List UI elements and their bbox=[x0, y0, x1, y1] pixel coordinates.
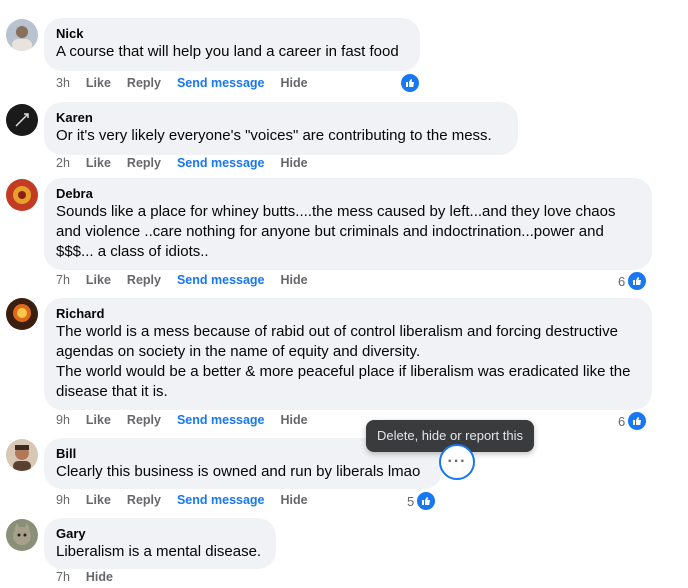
like-reaction-icon bbox=[627, 411, 648, 431]
comment-actions: 3h Like Reply Send message Hide bbox=[56, 76, 308, 90]
send-message-button[interactable]: Send message bbox=[177, 76, 265, 90]
comment-time[interactable]: 9h bbox=[56, 493, 70, 507]
avatar[interactable] bbox=[6, 519, 38, 551]
avatar[interactable] bbox=[6, 104, 38, 136]
reply-button[interactable]: Reply bbox=[127, 413, 161, 427]
comment-author[interactable]: Karen bbox=[56, 109, 506, 126]
comment-time[interactable]: 7h bbox=[56, 273, 70, 287]
comment-text: Liberalism is a mental disease. bbox=[56, 543, 262, 560]
hide-button[interactable]: Hide bbox=[281, 273, 308, 287]
like-button[interactable]: Like bbox=[86, 273, 111, 287]
comment-bubble: Debra Sounds like a place for whiney but… bbox=[44, 178, 652, 270]
send-message-button[interactable]: Send message bbox=[177, 493, 265, 507]
like-reaction-icon bbox=[416, 491, 437, 511]
reply-button[interactable]: Reply bbox=[127, 156, 161, 170]
avatar[interactable] bbox=[6, 439, 38, 471]
comment-bubble: Karen Or it's very likely everyone's "vo… bbox=[44, 102, 518, 155]
comment-text: The world is a mess because of rabid out… bbox=[56, 323, 631, 400]
reaction-summary[interactable]: 5 bbox=[407, 491, 437, 511]
reply-button[interactable]: Reply bbox=[127, 76, 161, 90]
comment-bubble: Nick A course that will help you land a … bbox=[44, 18, 420, 71]
like-button[interactable]: Like bbox=[86, 413, 111, 427]
like-reaction-icon bbox=[400, 73, 420, 93]
comment-author[interactable]: Nick bbox=[56, 25, 408, 42]
comment-time[interactable]: 2h bbox=[56, 156, 70, 170]
avatar-icon bbox=[13, 523, 31, 545]
avatar-icon bbox=[13, 304, 31, 322]
comment-text: A course that will help you land a caree… bbox=[56, 43, 399, 60]
avatar-icon bbox=[13, 445, 31, 471]
hide-button[interactable]: Hide bbox=[281, 413, 308, 427]
comment-bubble: Richard The world is a mess because of r… bbox=[44, 298, 652, 410]
send-message-button[interactable]: Send message bbox=[177, 273, 265, 287]
comment-author[interactable]: Richard bbox=[56, 305, 640, 322]
avatar-icon bbox=[15, 113, 29, 127]
comment-text: Or it's very likely everyone's "voices" … bbox=[56, 127, 492, 144]
send-message-button[interactable]: Send message bbox=[177, 156, 265, 170]
reaction-count: 6 bbox=[618, 273, 626, 289]
like-button[interactable]: Like bbox=[86, 493, 111, 507]
reaction-summary[interactable]: 6 bbox=[618, 271, 648, 291]
comment-bubble: Gary Liberalism is a mental disease. bbox=[44, 518, 276, 569]
like-reaction-icon bbox=[627, 271, 648, 291]
reaction-count: 5 bbox=[407, 493, 415, 509]
avatar[interactable] bbox=[6, 179, 38, 211]
comment-actions: 9h Like Reply Send message Hide bbox=[56, 493, 308, 507]
send-message-button[interactable]: Send message bbox=[177, 413, 265, 427]
avatar[interactable] bbox=[6, 298, 38, 330]
comment-time[interactable]: 9h bbox=[56, 413, 70, 427]
comment-author[interactable]: Debra bbox=[56, 185, 640, 202]
comment-text: Sounds like a place for whiney butts....… bbox=[56, 203, 620, 260]
reply-button[interactable]: Reply bbox=[127, 273, 161, 287]
reaction-summary[interactable]: 6 bbox=[618, 411, 648, 431]
comment-time[interactable]: 3h bbox=[56, 76, 70, 90]
reply-button[interactable]: Reply bbox=[127, 493, 161, 507]
comment-time[interactable]: 7h bbox=[56, 570, 70, 584]
like-button[interactable]: Like bbox=[86, 76, 111, 90]
reaction-count: 6 bbox=[618, 413, 626, 429]
hide-button[interactable]: Hide bbox=[281, 156, 308, 170]
comment-actions: 2h Like Reply Send message Hide bbox=[56, 156, 308, 170]
reaction-summary[interactable] bbox=[400, 73, 420, 93]
hide-button[interactable]: Hide bbox=[86, 570, 113, 584]
like-button[interactable]: Like bbox=[86, 156, 111, 170]
comment-author[interactable]: Gary bbox=[56, 525, 264, 542]
avatar[interactable] bbox=[6, 19, 38, 51]
comment-text: Clearly this business is owned and run b… bbox=[56, 463, 421, 480]
comment-actions: 7h Hide bbox=[56, 570, 113, 584]
avatar-icon bbox=[12, 26, 32, 51]
ellipsis-icon: ··· bbox=[447, 453, 467, 470]
comment-actions: 9h Like Reply Send message Hide bbox=[56, 413, 308, 427]
avatar-icon bbox=[13, 186, 31, 204]
hide-button[interactable]: Hide bbox=[281, 493, 308, 507]
hide-button[interactable]: Hide bbox=[281, 76, 308, 90]
comment-actions: 7h Like Reply Send message Hide bbox=[56, 273, 308, 287]
more-options-button[interactable]: ··· bbox=[439, 444, 475, 480]
